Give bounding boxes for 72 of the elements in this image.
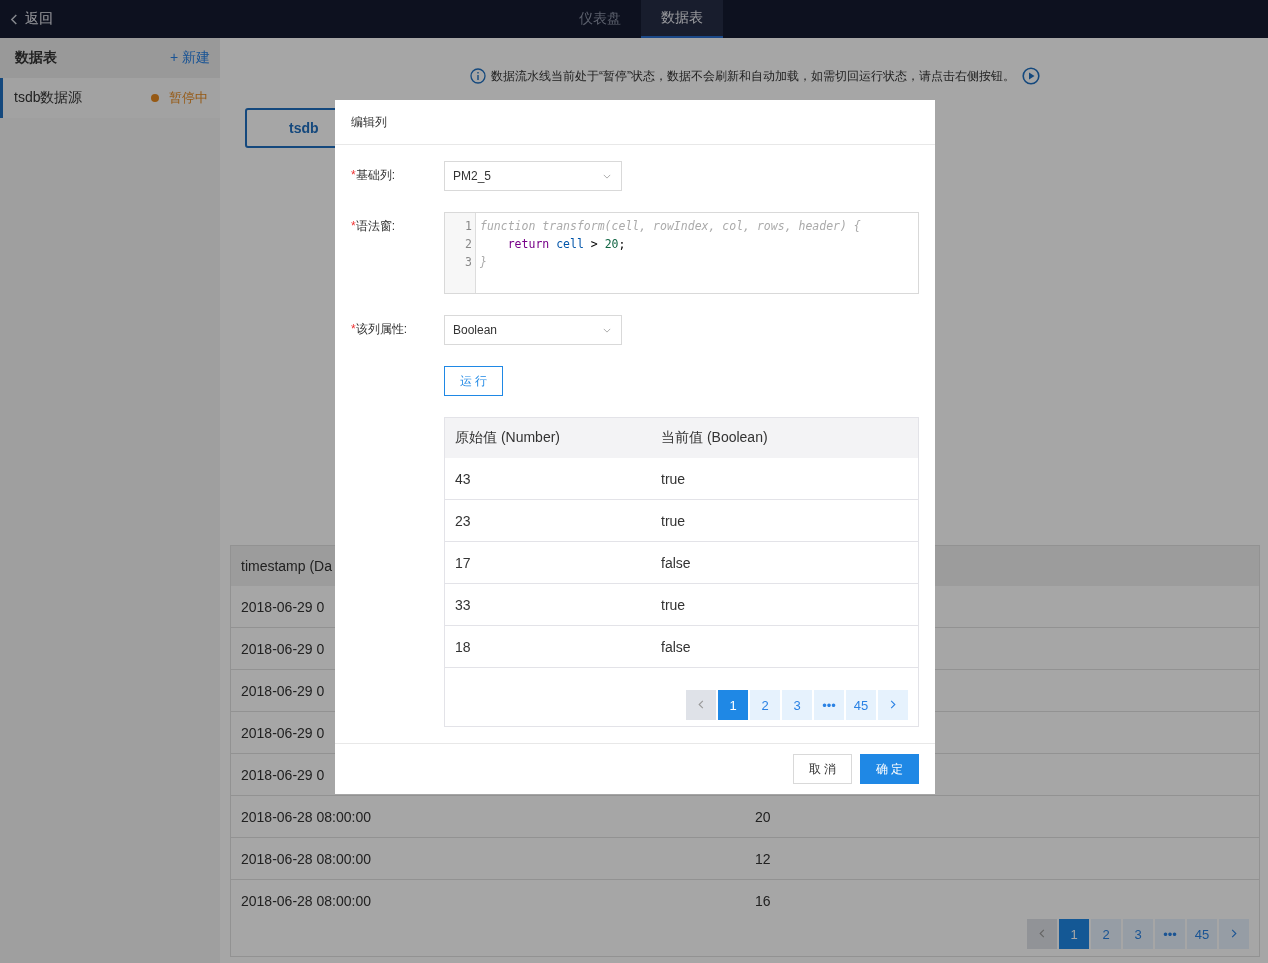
chevron-down-icon bbox=[603, 327, 611, 333]
back-icon bbox=[10, 12, 19, 26]
table-cell: 2018-06-28 08:00:00 bbox=[241, 850, 371, 867]
table-cell: 2018-06-29 0 bbox=[241, 682, 325, 699]
page-button[interactable]: 3 bbox=[1123, 919, 1153, 949]
item-name: tsdb数据源 bbox=[14, 89, 84, 107]
table-cell: 2018-06-29 0 bbox=[241, 724, 325, 741]
column-header: timestamp (Da bbox=[241, 558, 333, 574]
page-button[interactable]: 1 bbox=[718, 690, 748, 720]
code-line: return cell > 20; bbox=[506, 236, 627, 253]
play-icon[interactable] bbox=[1022, 67, 1040, 85]
page-button[interactable]: 2 bbox=[1091, 919, 1121, 949]
table-cell: 16 bbox=[755, 892, 771, 906]
table-cell-text: false bbox=[660, 554, 691, 571]
table-cell-text: 43 bbox=[454, 470, 472, 487]
nav-tab[interactable]: 数据表 bbox=[641, 0, 723, 38]
dialog-title: 编辑列 bbox=[351, 113, 387, 131]
table-cell-text: false bbox=[660, 638, 691, 655]
chevron-right-icon bbox=[889, 698, 897, 710]
table-cell-text: 33 bbox=[454, 596, 472, 613]
cancel-button[interactable]: 取 消 bbox=[793, 754, 852, 784]
chevron-left-icon bbox=[697, 698, 705, 710]
select-field[interactable]: Boolean bbox=[444, 315, 622, 345]
table-cell: 2018-06-28 08:00:00 bbox=[241, 892, 371, 906]
next-page-button[interactable] bbox=[1219, 919, 1249, 949]
line-number: 2 bbox=[464, 236, 473, 253]
page-button[interactable]: ••• bbox=[1155, 919, 1185, 949]
page-button[interactable]: ••• bbox=[814, 690, 844, 720]
chevron-down-icon bbox=[603, 173, 611, 179]
table-cell: 2018-06-29 0 bbox=[241, 766, 325, 783]
table-cell: 20 bbox=[755, 808, 771, 825]
confirm-button[interactable]: 确 定 bbox=[860, 754, 919, 784]
table-cell-text: 23 bbox=[454, 512, 472, 529]
chevron-left-icon bbox=[1038, 927, 1046, 939]
table-cell-text: true bbox=[660, 470, 686, 487]
column-header: 当前值 (Boolean) bbox=[660, 429, 768, 447]
page-button[interactable]: 45 bbox=[846, 690, 876, 720]
field-label: *基础列: bbox=[351, 167, 396, 184]
table-cell: 2018-06-28 08:00:00 bbox=[241, 808, 371, 825]
previous-page-button[interactable] bbox=[686, 690, 716, 720]
field-label: *语法窗: bbox=[351, 218, 396, 235]
table-cell-text: 17 bbox=[454, 554, 472, 571]
status-text: 暂停中 bbox=[169, 89, 208, 107]
run-button[interactable]: 运 行 bbox=[444, 366, 503, 396]
select-field[interactable]: PM2_5 bbox=[444, 161, 622, 191]
page-button[interactable]: 1 bbox=[1059, 919, 1089, 949]
line-number: 3 bbox=[464, 254, 473, 271]
status-dot bbox=[151, 94, 159, 102]
table-cell: 12 bbox=[755, 850, 771, 867]
page-button[interactable]: 3 bbox=[782, 690, 812, 720]
line-number: 1 bbox=[464, 218, 473, 235]
next-page-button[interactable] bbox=[878, 690, 908, 720]
code-line: function transform(cell, rowIndex, col, rows, header) { bbox=[480, 218, 861, 235]
back-button[interactable]: 返回 bbox=[10, 0, 53, 38]
table-cell-text: true bbox=[660, 596, 686, 613]
previous-page-button[interactable] bbox=[1027, 919, 1057, 949]
code-line: } bbox=[480, 254, 488, 271]
info-icon bbox=[470, 68, 486, 84]
table-cell-text: 18 bbox=[454, 638, 472, 655]
new-link[interactable]: + 新建 bbox=[169, 49, 210, 67]
notice-text: 数据流水线当前处于“暂停”状态，数据不会刷新和自动加载，如需切回运行状态，请点击右侧按钮。 bbox=[491, 67, 1015, 85]
nav-tab[interactable]: 仪表盘 bbox=[559, 0, 641, 38]
chevron-right-icon bbox=[1230, 927, 1238, 939]
sidebar-title: 数据表 bbox=[15, 49, 57, 67]
table-cell: 2018-06-29 0 bbox=[241, 640, 325, 657]
page-button[interactable]: 2 bbox=[750, 690, 780, 720]
table-cell-text: true bbox=[660, 512, 686, 529]
table-cell: 2018-06-29 0 bbox=[241, 598, 325, 615]
field-label: *该列属性: bbox=[351, 321, 408, 338]
page-button[interactable]: 45 bbox=[1187, 919, 1217, 949]
column-header: 原始值 (Number) bbox=[454, 429, 561, 447]
code-editor[interactable]: 1 2 3 function transform(cell, rowIndex, col, rows, header) { return cell > 20; } bbox=[444, 212, 919, 294]
